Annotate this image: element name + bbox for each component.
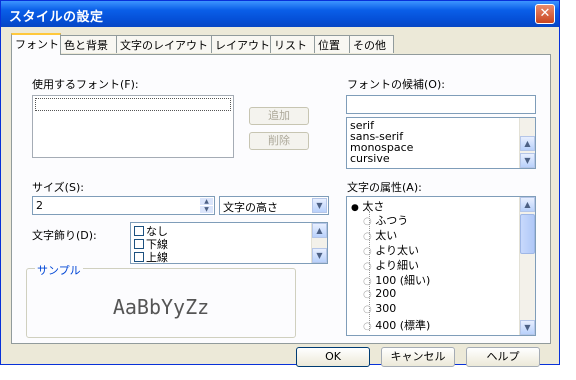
decoration-none-label: なし [146, 225, 168, 238]
tree-item[interactable]: ○ ふつう [363, 212, 408, 228]
tree-item[interactable]: ○ 100 (細い) [363, 272, 430, 288]
bullet-icon: ● [351, 203, 359, 213]
tab-color-background[interactable]: 色と背景 [60, 35, 117, 53]
radio-icon[interactable]: ○ [363, 216, 372, 227]
tree-item-label: 100 (細い) [375, 274, 431, 287]
decoration-label: 文字飾り(D): [32, 229, 97, 242]
tab-layout[interactable]: レイアウト [211, 35, 271, 53]
add-font-button[interactable]: 追加 [249, 107, 309, 125]
tab-other[interactable]: その他 [349, 35, 394, 53]
sample-preview-text: AaBbYyZz [112, 295, 210, 319]
tab-text-layout[interactable]: 文字のレイアウト [116, 35, 212, 53]
chevron-down-icon[interactable]: ▼ [312, 198, 327, 213]
tree-item[interactable]: ○ 300 [363, 302, 396, 315]
scroll-down-icon[interactable]: ▼ [520, 320, 535, 335]
delete-font-button[interactable]: 削除 [249, 132, 309, 150]
cancel-button[interactable]: キャンセル [381, 347, 455, 367]
size-unit-value: 文字の高さ [223, 201, 278, 214]
tab-position[interactable]: 位置 [314, 35, 350, 53]
scroll-down-icon[interactable]: ▼ [312, 248, 327, 263]
checkbox-icon[interactable] [134, 252, 144, 262]
decoration-underline-label: 下線 [146, 238, 168, 251]
sample-label: サンプル [35, 262, 83, 278]
scroll-up-icon[interactable]: ▲ [312, 223, 327, 238]
size-unit-select[interactable]: 文字の高さ ▼ [219, 196, 329, 215]
sample-group: サンプル AaBbYyZz [26, 262, 296, 338]
title-bar[interactable]: スタイルの設定 ✕ [1, 1, 559, 27]
font-candidate-list[interactable]: serif sans-serif monospace cursive ▲ ▼ [346, 117, 536, 169]
attributes-label: 文字の属性(A): [347, 181, 422, 194]
decoration-overline-label: 上線 [146, 251, 168, 264]
font-list[interactable] [32, 95, 234, 158]
tree-item[interactable]: ○ 200 [363, 287, 396, 300]
size-value: 2 [36, 199, 43, 212]
font-input[interactable] [35, 98, 231, 111]
tree-item-label: より太い [375, 244, 420, 257]
radio-icon[interactable]: ○ [363, 246, 372, 257]
close-icon[interactable]: ✕ [535, 4, 555, 24]
radio-icon[interactable]: ○ [363, 276, 372, 287]
tree-item-label: より細い [375, 259, 420, 272]
font-label: 使用するフォント(F): [32, 78, 139, 91]
radio-icon[interactable]: ○ [363, 289, 372, 300]
tab-font[interactable]: フォント [11, 33, 61, 55]
ok-button[interactable]: OK [296, 347, 370, 367]
tree-item-label: 300 [375, 302, 397, 315]
tree-item[interactable]: ○ より細い [363, 257, 419, 273]
tree-item-label: 400 (標準) [375, 319, 431, 332]
decoration-none-checkbox[interactable]: なし [131, 223, 327, 238]
radio-icon[interactable]: ○ [363, 304, 372, 315]
decoration-underline-checkbox[interactable]: 下線 [131, 238, 327, 251]
window-title: スタイルの設定 [9, 10, 104, 25]
size-spinner[interactable]: ▲ ▼ [200, 198, 213, 213]
decoration-scrollbar[interactable]: ▲ ▼ [311, 223, 327, 263]
font-tab-panel: 使用するフォント(F): 追加 削除 フォントの候補(O): serif san… [11, 54, 551, 344]
size-input[interactable]: 2 ▲ ▼ [32, 196, 215, 215]
tree-item[interactable]: ○ 太い [363, 227, 397, 243]
tree-item-label: 200 [375, 287, 397, 300]
spin-down-icon[interactable]: ▼ [200, 206, 213, 213]
checkbox-icon[interactable] [134, 239, 144, 249]
list-item[interactable]: cursive [347, 153, 535, 164]
spin-up-icon[interactable]: ▲ [200, 198, 213, 205]
tab-list[interactable]: リスト [270, 35, 315, 53]
attributes-scrollbar[interactable]: ▲ ▼ [519, 197, 535, 335]
size-label: サイズ(S): [32, 181, 84, 194]
checkbox-icon[interactable] [134, 226, 144, 236]
font-candidates-label: フォントの候補(O): [347, 78, 445, 91]
radio-icon[interactable]: ○ [363, 231, 372, 242]
tree-item[interactable]: ○ 400 (標準) [363, 317, 430, 333]
help-button[interactable]: ヘルプ [466, 347, 540, 367]
decoration-list[interactable]: なし 下線 上線 ▲ ▼ [130, 222, 328, 264]
candidates-scrollbar[interactable]: ▲ ▼ [519, 118, 535, 168]
style-settings-dialog: スタイルの設定 ✕ フォント 色と背景 文字のレイアウト レイアウト リスト 位… [0, 0, 560, 367]
radio-icon[interactable]: ○ [363, 261, 372, 272]
tree-item-label: ふつう [375, 214, 409, 227]
tree-item[interactable]: ○ より太い [363, 242, 419, 258]
attributes-tree[interactable]: ● 太さ ○ ふつう ○ 太い ○ より太い ○ より細い ○ 100 (細い)… [346, 196, 536, 336]
scroll-thumb[interactable] [520, 214, 535, 254]
tree-item-label: 太い [375, 229, 398, 242]
decoration-overline-checkbox[interactable]: 上線 [131, 251, 327, 264]
scroll-up-icon[interactable]: ▲ [520, 197, 535, 212]
scroll-up-icon[interactable]: ▲ [520, 136, 535, 151]
scroll-down-icon[interactable]: ▼ [520, 153, 535, 168]
radio-icon[interactable]: ○ [363, 321, 372, 332]
font-candidate-input[interactable] [346, 95, 536, 114]
